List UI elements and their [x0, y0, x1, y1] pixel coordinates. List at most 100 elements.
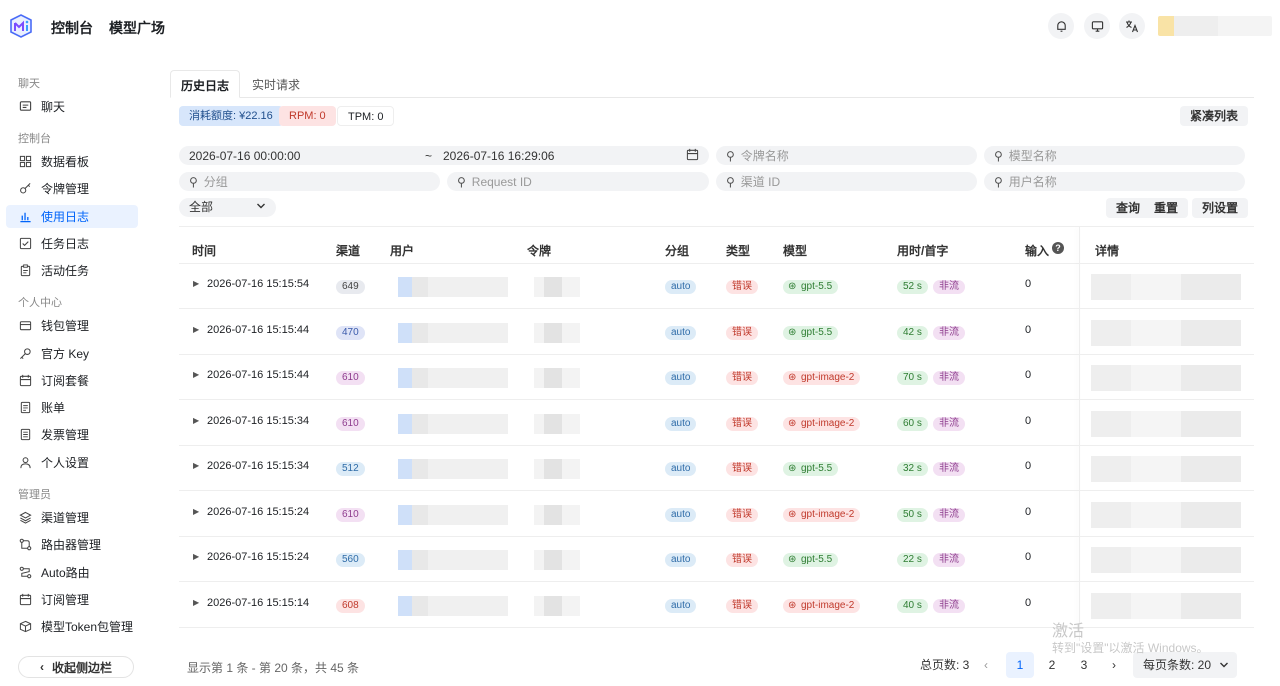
group-input[interactable]: ⚲ 分组	[179, 172, 440, 191]
monitor-icon[interactable]	[1084, 13, 1110, 39]
header-channel: 渠道	[336, 244, 361, 258]
table-row[interactable]: ▶ 2026-07-16 15:15:44 610 auto 错误 ⊛ gpt-image-…	[179, 355, 1254, 400]
nav-model-plaza[interactable]: 模型广场	[109, 18, 165, 38]
search-icon: ⚲	[994, 174, 1003, 189]
pagination-info: 显示第 1 条 - 第 20 条，共 45 条	[187, 661, 360, 675]
channel-badge[interactable]: 610	[336, 416, 365, 431]
table-row[interactable]: ▶ 2026-07-16 15:15:24 610 auto 错误 ⊛ gpt-image-…	[179, 492, 1254, 537]
channel-badge[interactable]: 610	[336, 371, 365, 385]
channel-badge[interactable]: 610	[336, 507, 365, 522]
expand-row-caret-icon[interactable]: ▶	[193, 552, 199, 561]
sidebar-item-model-token-packages[interactable]: 模型Token包管理	[6, 615, 138, 638]
channel-badge[interactable]: 470	[336, 325, 365, 340]
token-redacted	[534, 550, 580, 570]
duration-badge: 60 s	[897, 416, 928, 431]
model-badge[interactable]: ⊛ gpt-5.5	[783, 280, 839, 294]
type-badge: 错误	[726, 553, 758, 567]
table-row[interactable]: ▶ 2026-07-16 15:15:24 560 auto 错误 ⊛ gpt-5.5 22 …	[179, 537, 1254, 582]
cell-input: 0	[1025, 596, 1032, 609]
stream-badge: 非流	[933, 507, 965, 522]
section-title-chat: 聊天	[18, 78, 40, 90]
app-logo[interactable]	[8, 14, 34, 38]
model-badge[interactable]: ⊛ gpt-5.5	[783, 553, 839, 567]
sidebar-item-dashboard[interactable]: 数据看板	[6, 150, 138, 173]
sidebar-item-router-management[interactable]: 路由器管理	[6, 533, 138, 556]
sidebar-item-subscription-management[interactable]: 订阅管理	[6, 588, 138, 611]
nav-console[interactable]: 控制台	[51, 18, 93, 38]
prev-page-chevron-icon[interactable]: ‹	[984, 652, 988, 678]
request-id-input[interactable]: ⚲ Request ID	[447, 172, 709, 191]
search-icon: ⚲	[726, 148, 735, 163]
router-icon	[18, 538, 32, 552]
top-bar: 控制台 模型广场	[0, 0, 1280, 52]
user-avatar[interactable]	[1158, 16, 1272, 36]
table-row[interactable]: ▶ 2026-07-16 15:15:44 470 auto 错误 ⊛ gpt-5.5 42 …	[179, 310, 1254, 355]
expand-row-caret-icon[interactable]: ▶	[193, 325, 199, 334]
tab-history-logs[interactable]: 历史日志	[170, 70, 241, 98]
chevron-left-icon: ‹	[39, 660, 44, 674]
sidebar-item-label: 官方 Key	[41, 347, 90, 361]
model-badge[interactable]: ⊛ gpt-image-2	[783, 416, 861, 431]
table-row[interactable]: ▶ 2026-07-16 15:15:34 610 auto 错误 ⊛ gpt-image-…	[179, 401, 1254, 446]
header-time: 时间	[192, 244, 217, 258]
model-badge[interactable]: ⊛ gpt-5.5	[783, 325, 839, 340]
sidebar-item-token-management[interactable]: 令牌管理	[6, 177, 138, 200]
collapse-sidebar-button[interactable]: ‹ 收起侧边栏	[18, 656, 134, 678]
compact-list-button[interactable]: 紧凑列表	[1180, 106, 1249, 126]
duration-badge: 42 s	[897, 325, 928, 340]
sidebar-item-activity-tasks[interactable]: 活动任务	[6, 259, 138, 282]
expand-row-caret-icon[interactable]: ▶	[193, 279, 199, 288]
channel-badge[interactable]: 608	[336, 598, 365, 613]
expand-row-caret-icon[interactable]: ▶	[193, 370, 199, 379]
sidebar-item-label: 订阅套餐	[41, 374, 90, 388]
expand-row-caret-icon[interactable]: ▶	[193, 461, 199, 470]
sidebar-item-usage-logs[interactable]: 使用日志	[6, 205, 138, 228]
bell-icon[interactable]	[1048, 13, 1074, 39]
model-badge[interactable]: ⊛ gpt-image-2	[783, 507, 861, 522]
token-name-input[interactable]: ⚲ 令牌名称	[716, 146, 977, 165]
sidebar-item-bills[interactable]: 账单	[6, 396, 138, 419]
expand-row-caret-icon[interactable]: ▶	[193, 416, 199, 425]
tab-realtime-requests[interactable]: 实时请求	[242, 70, 310, 98]
model-badge[interactable]: ⊛ gpt-5.5	[783, 462, 839, 476]
sidebar-item-label: 令牌管理	[41, 182, 90, 196]
table-row[interactable]: ▶ 2026-07-16 15:15:34 512 auto 错误 ⊛ gpt-5.5 32 …	[179, 446, 1254, 491]
page-1-button[interactable]: 1	[1006, 652, 1034, 678]
model-badge[interactable]: ⊛ gpt-image-2	[783, 598, 861, 613]
expand-row-caret-icon[interactable]: ▶	[193, 598, 199, 607]
cell-input: 0	[1025, 460, 1032, 472]
expand-row-caret-icon[interactable]: ▶	[193, 507, 199, 516]
log-type-select[interactable]: 全部	[179, 198, 276, 217]
details-redacted	[1091, 410, 1241, 437]
sidebar-item-channel-management[interactable]: 渠道管理	[6, 506, 138, 529]
sidebar-item-subscription-plans[interactable]: 订阅套餐	[6, 369, 138, 392]
chat-icon	[18, 100, 32, 114]
help-icon[interactable]: ?	[1052, 242, 1064, 254]
model-badge[interactable]: ⊛ gpt-image-2	[783, 371, 861, 385]
table-header: 时间 渠道 用户 令牌 分组 类型 模型 用时/首字 输入 ? 详情	[179, 227, 1254, 264]
duration-badge: 70 s	[897, 371, 928, 385]
search-icon: ⚲	[726, 174, 735, 189]
table-row[interactable]: ▶ 2026-07-16 15:15:54 649 auto 错误 ⊛ gpt-5.5 52 …	[179, 264, 1254, 309]
sidebar-item-official-key[interactable]: 官方 Key	[6, 342, 138, 365]
translate-icon[interactable]	[1119, 13, 1145, 39]
channel-badge[interactable]: 560	[336, 553, 365, 567]
sidebar-item-task-logs[interactable]: 任务日志	[6, 232, 138, 255]
stream-badge: 非流	[933, 371, 965, 385]
date-range-picker[interactable]: 2026-07-16 00:00:00 ~ 2026-07-16 16:29:0…	[179, 146, 709, 165]
user-name-input[interactable]: ⚲ 用户名称	[984, 172, 1245, 191]
sidebar-item-auto-route[interactable]: Auto路由	[6, 561, 138, 584]
sidebar-item-chat[interactable]: 聊天	[6, 95, 138, 118]
details-redacted	[1091, 501, 1241, 528]
stream-badge: 非流	[933, 416, 965, 431]
table-row[interactable]: ▶ 2026-07-16 15:15:14 608 auto 错误 ⊛ gpt-image-…	[179, 583, 1254, 628]
sidebar-item-personal-settings[interactable]: 个人设置	[6, 451, 138, 474]
channel-badge[interactable]: 649	[336, 280, 365, 294]
sidebar-item-wallet[interactable]: 钱包管理	[6, 314, 138, 337]
column-settings-button[interactable]: 列设置	[1192, 198, 1249, 218]
sidebar-item-invoice-management[interactable]: 发票管理	[6, 423, 138, 446]
channel-id-input[interactable]: ⚲ 渠道 ID	[716, 172, 977, 191]
model-name-input[interactable]: ⚲ 模型名称	[984, 146, 1245, 165]
reset-button[interactable]: 重置	[1144, 198, 1189, 218]
channel-badge[interactable]: 512	[336, 462, 365, 476]
